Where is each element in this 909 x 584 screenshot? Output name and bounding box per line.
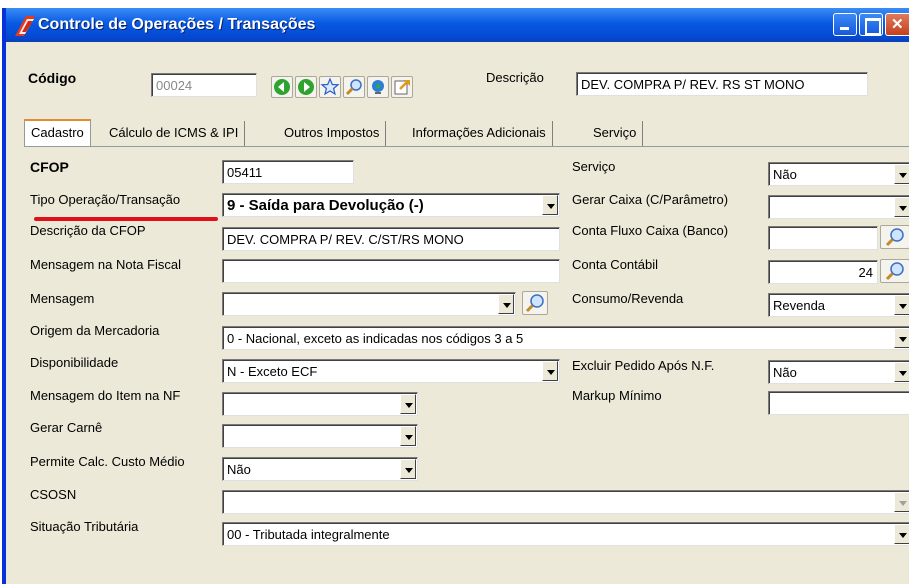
star-icon	[320, 77, 340, 96]
servico-label: Serviço	[572, 159, 616, 174]
tab-panel-border	[24, 146, 909, 147]
chevron-down-icon[interactable]	[400, 426, 416, 446]
disponibilidade-select[interactable]: N - Exceto ECF	[222, 359, 560, 383]
conta-contabil-search-button[interactable]	[880, 259, 909, 283]
search-button[interactable]	[343, 76, 365, 98]
gerar-caixa-label: Gerar Caixa (C/Parâmetro)	[572, 192, 729, 207]
title-bar[interactable]: Controle de Operações / Transações	[6, 8, 909, 42]
mensagem-nf-label: Mensagem na Nota Fiscal	[30, 257, 182, 272]
situacao-value: 00 - Tributada integralmente	[227, 527, 390, 542]
chevron-down-icon[interactable]	[894, 328, 909, 348]
close-button[interactable]	[885, 13, 909, 36]
chevron-down-icon[interactable]	[498, 294, 514, 314]
mensagem-nf-field[interactable]	[222, 259, 560, 283]
tipo-operacao-select[interactable]: 9 - Saída para Devolução (-)	[222, 193, 560, 217]
consumo-select[interactable]: Revenda	[768, 293, 909, 317]
search-icon	[885, 228, 904, 247]
codigo-field[interactable]: 00024	[151, 73, 257, 97]
export-button[interactable]	[391, 76, 413, 98]
chevron-down-icon[interactable]	[894, 164, 909, 184]
search-icon	[525, 294, 544, 313]
cfop-label: CFOP	[30, 159, 69, 175]
chevron-down-icon[interactable]	[542, 195, 558, 215]
conta-fluxo-search-button[interactable]	[880, 225, 909, 249]
search-icon	[885, 262, 904, 281]
tab-servico[interactable]: Serviço	[587, 121, 644, 146]
disponibilidade-value: N - Exceto ECF	[227, 364, 318, 379]
excluir-pedido-value: Não	[773, 365, 797, 380]
chevron-down-icon[interactable]	[894, 197, 909, 217]
minimize-button[interactable]	[833, 13, 857, 36]
codigo-label: Código	[28, 70, 77, 86]
forward-button[interactable]	[295, 76, 317, 98]
conta-contabil-field[interactable]: 24	[768, 260, 878, 284]
conta-contabil-label: Conta Contábil	[572, 257, 658, 272]
excluir-pedido-label: Excluir Pedido Após N.F.	[572, 358, 715, 373]
servico-value: Não	[773, 167, 797, 182]
chevron-down-icon[interactable]	[400, 394, 416, 414]
descricao-cfop-field[interactable]: DEV. COMPRA P/ REV. C/ST/RS MONO	[222, 227, 560, 251]
tab-cadastro[interactable]: Cadastro	[24, 119, 91, 146]
mensagem-item-select[interactable]	[222, 392, 418, 416]
app-logo-icon	[15, 16, 35, 36]
chevron-down-icon[interactable]	[400, 459, 416, 479]
excluir-pedido-select[interactable]: Não	[768, 360, 909, 384]
gerar-caixa-select[interactable]	[768, 195, 909, 219]
origem-value: 0 - Nacional, exceto as indicadas nos có…	[227, 331, 524, 346]
back-icon	[274, 79, 290, 95]
origem-label: Origem da Mercadoria	[30, 323, 160, 338]
consumo-label: Consumo/Revenda	[572, 291, 684, 306]
conta-fluxo-field[interactable]	[768, 226, 878, 250]
mensagem-select[interactable]	[222, 292, 516, 316]
permite-calc-value: Não	[227, 462, 251, 477]
globe-icon	[372, 80, 384, 94]
permite-calc-select[interactable]: Não	[222, 457, 418, 481]
maximize-button[interactable]	[859, 13, 883, 36]
tab-informacoes-adicionais[interactable]: Informações Adicionais	[406, 121, 553, 146]
search-icon	[345, 79, 362, 96]
main-window: Controle de Operações / Transações Códig…	[2, 8, 909, 584]
markup-field[interactable]	[768, 391, 909, 415]
tipo-operacao-label: Tipo Operação/Transação	[30, 192, 181, 207]
chevron-down-icon[interactable]	[542, 361, 558, 381]
red-underline-annotation	[34, 217, 218, 221]
descricao-label: Descrição	[486, 70, 544, 85]
consumo-value: Revenda	[773, 298, 826, 313]
tab-calculo-icms-ipi[interactable]: Cálculo de ICMS & IPI	[103, 121, 246, 146]
chevron-down-icon[interactable]	[894, 295, 909, 315]
gerar-carne-select[interactable]	[222, 424, 418, 448]
tab-outros-impostos[interactable]: Outros Impostos	[278, 121, 387, 146]
mensagem-item-label: Mensagem do Item na NF	[30, 388, 181, 403]
permite-calc-label: Permite Calc. Custo Médio	[30, 454, 185, 469]
disponibilidade-label: Disponibilidade	[30, 355, 119, 370]
csosn-label: CSOSN	[30, 487, 77, 502]
servico-select[interactable]: Não	[768, 162, 909, 186]
csosn-select[interactable]	[222, 490, 909, 514]
descricao-field[interactable]: DEV. COMPRA P/ REV. RS ST MONO	[576, 72, 868, 96]
conta-fluxo-label: Conta Fluxo Caixa (Banco)	[572, 223, 729, 238]
chevron-down-icon[interactable]	[894, 492, 909, 512]
export-icon	[394, 80, 410, 95]
origem-select[interactable]: 0 - Nacional, exceto as indicadas nos có…	[222, 326, 909, 350]
chevron-down-icon[interactable]	[894, 362, 909, 382]
tipo-operacao-value: 9 - Saída para Devolução (-)	[227, 197, 424, 214]
globe-button[interactable]	[367, 76, 389, 98]
favorite-button[interactable]	[319, 76, 341, 98]
window-title: Controle de Operações / Transações	[38, 16, 316, 33]
descricao-cfop-label: Descrição da CFOP	[30, 223, 146, 238]
mensagem-search-button[interactable]	[522, 291, 548, 315]
chevron-down-icon[interactable]	[894, 524, 909, 544]
situacao-label: Situação Tributária	[30, 519, 139, 534]
situacao-select[interactable]: 00 - Tributada integralmente	[222, 522, 909, 546]
back-button[interactable]	[271, 76, 293, 98]
cfop-field[interactable]: 05411	[222, 160, 354, 184]
gerar-carne-label: Gerar Carnê	[30, 420, 103, 435]
markup-label: Markup Mínimo	[572, 388, 662, 403]
mensagem-label: Mensagem	[30, 291, 95, 306]
forward-icon	[298, 79, 314, 95]
